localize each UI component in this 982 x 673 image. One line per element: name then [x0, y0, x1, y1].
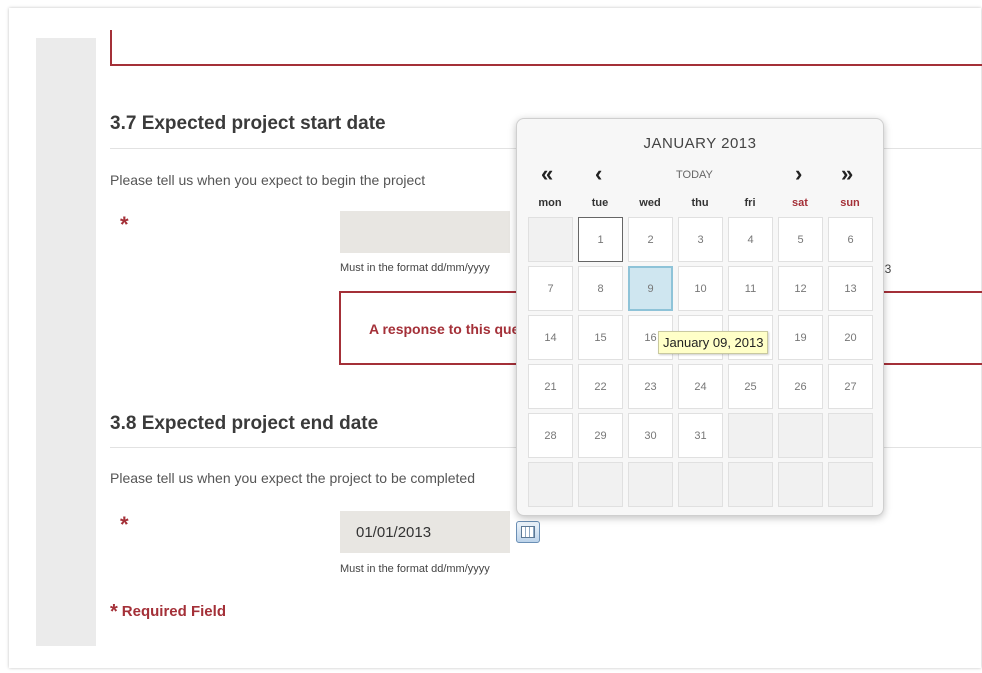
calendar-popup: JANUARY 2013 « ‹ TODAY › » mon tue wed thu f…	[516, 118, 884, 516]
calendar-button[interactable]	[516, 521, 540, 543]
calendar-empty-cell	[828, 462, 873, 507]
end-date-input[interactable]	[340, 511, 510, 553]
left-gutter	[36, 38, 96, 646]
calendar-empty-cell	[678, 462, 723, 507]
calendar-empty-cell	[778, 462, 823, 507]
calendar-day-12[interactable]: 12	[778, 266, 823, 311]
required-field-note: * Required Field	[110, 601, 226, 624]
weekday-thu: thu	[691, 197, 709, 209]
calendar-day-28[interactable]: 28	[528, 413, 573, 458]
calendar-month-label: JANUARY 2013	[643, 135, 757, 152]
calendar-day-23[interactable]: 23	[628, 364, 673, 409]
weekday-fri: fri	[744, 197, 756, 209]
weekday-sun: sun	[840, 197, 860, 209]
calendar-day-29[interactable]: 29	[578, 413, 623, 458]
next-month-button[interactable]: ›	[795, 163, 802, 185]
section-3-7-title: 3.7 Expected project start date	[110, 113, 386, 134]
previous-field-box	[110, 30, 982, 66]
calendar-day-26[interactable]: 26	[778, 364, 823, 409]
section-3-7-prompt: Please tell us when you expect to begin …	[110, 172, 426, 188]
section-3-8-title: 3.8 Expected project end date	[110, 413, 379, 434]
calendar-empty-cell	[528, 462, 573, 507]
calendar-day-1[interactable]: 1	[578, 217, 623, 262]
weekday-tue: tue	[591, 197, 609, 209]
required-field-label: Required Field	[121, 603, 226, 620]
required-asterisk: *	[120, 512, 129, 537]
calendar-day-13[interactable]: 13	[828, 266, 873, 311]
calendar-day-20[interactable]: 20	[828, 315, 873, 360]
calendar-empty-cell	[778, 413, 823, 458]
end-date-format-hint: Must in the format dd/mm/yyyy	[340, 563, 490, 575]
date-tooltip: January 09, 2013	[658, 331, 769, 354]
calendar-day-14[interactable]: 14	[528, 315, 573, 360]
calendar-empty-cell	[728, 462, 773, 507]
calendar-day-24[interactable]: 24	[678, 364, 723, 409]
calendar-day-8[interactable]: 8	[578, 266, 623, 311]
next-year-button[interactable]: »	[841, 163, 853, 185]
calendar-empty-cell	[578, 462, 623, 507]
start-date-input[interactable]	[340, 211, 510, 253]
weekday-sat: sat	[792, 197, 808, 209]
today-button[interactable]: TODAY	[676, 169, 713, 181]
calendar-day-15[interactable]: 15	[578, 315, 623, 360]
required-asterisk: *	[120, 212, 129, 237]
calendar-day-2[interactable]: 2	[628, 217, 673, 262]
calendar-icon	[521, 526, 535, 538]
calendar-day-22[interactable]: 22	[578, 364, 623, 409]
calendar-day-4[interactable]: 4	[728, 217, 773, 262]
prev-year-button[interactable]: «	[541, 163, 553, 185]
calendar-empty-cell	[728, 413, 773, 458]
calendar-day-5[interactable]: 5	[778, 217, 823, 262]
calendar-day-25[interactable]: 25	[728, 364, 773, 409]
weekday-wed: wed	[639, 197, 661, 209]
section-3-8-prompt: Please tell us when you expect the proje…	[110, 470, 475, 486]
calendar-empty-cell	[828, 413, 873, 458]
calendar-day-11[interactable]: 11	[728, 266, 773, 311]
prev-month-button[interactable]: ‹	[595, 163, 602, 185]
calendar-day-6[interactable]: 6	[828, 217, 873, 262]
weekday-mon: mon	[538, 197, 562, 209]
calendar-empty-cell	[628, 462, 673, 507]
calendar-day-30[interactable]: 30	[628, 413, 673, 458]
calendar-empty-cell	[528, 217, 573, 262]
calendar-day-31[interactable]: 31	[678, 413, 723, 458]
calendar-day-19[interactable]: 19	[778, 315, 823, 360]
calendar-day-7[interactable]: 7	[528, 266, 573, 311]
start-date-format-hint: Must in the format dd/mm/yyyy	[340, 262, 490, 274]
required-asterisk: *	[110, 601, 118, 623]
calendar-day-10[interactable]: 10	[678, 266, 723, 311]
calendar-day-21[interactable]: 21	[528, 364, 573, 409]
calendar-day-3[interactable]: 3	[678, 217, 723, 262]
calendar-day-27[interactable]: 27	[828, 364, 873, 409]
calendar-day-9[interactable]: 9	[628, 266, 673, 311]
